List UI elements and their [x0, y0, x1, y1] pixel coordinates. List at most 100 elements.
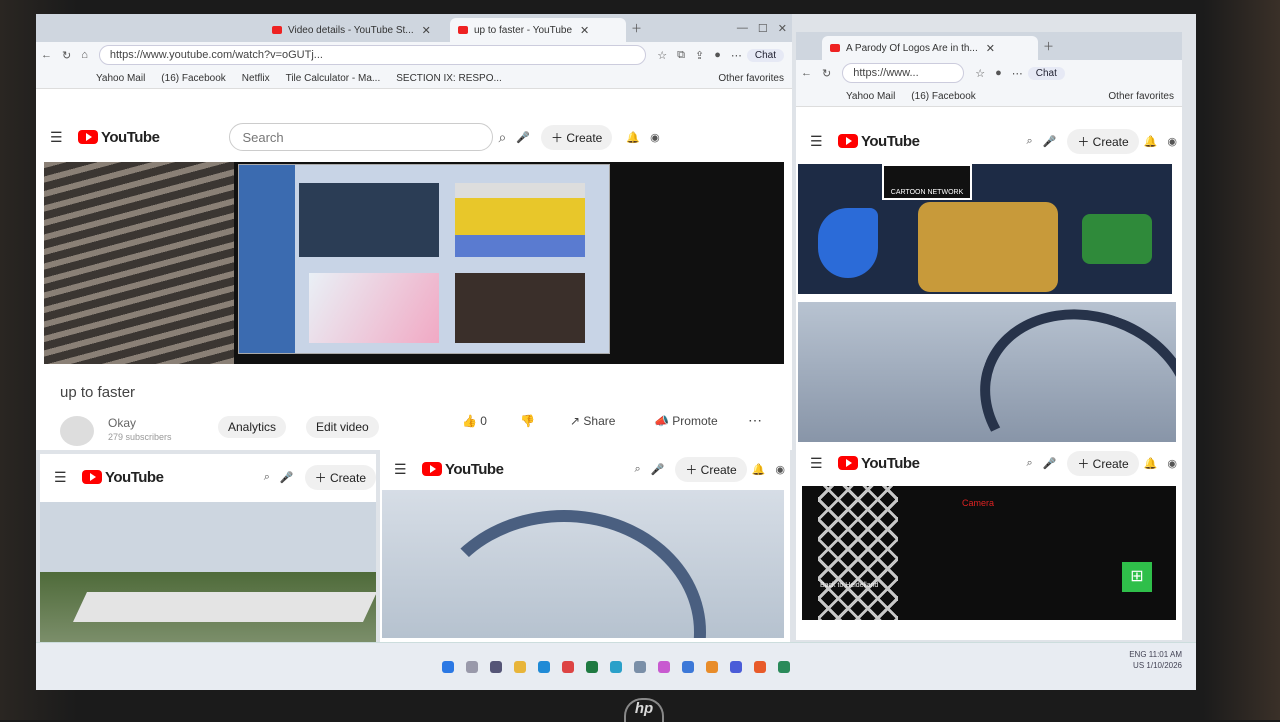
- search-box[interactable]: Search: [229, 123, 494, 151]
- avatar[interactable]: ◉: [775, 463, 785, 476]
- other-favorites[interactable]: Other favorites: [718, 73, 784, 84]
- new-tab-icon[interactable]: ＋: [1043, 38, 1054, 54]
- channel-name[interactable]: Okay: [108, 416, 136, 430]
- cart-icon[interactable]: ⊞: [1122, 562, 1152, 592]
- youtube-logo[interactable]: YouTube: [422, 461, 504, 478]
- menu-icon[interactable]: ☰: [54, 469, 68, 486]
- avatar[interactable]: ◉: [650, 131, 660, 144]
- extensions-icon[interactable]: ⧉: [677, 49, 685, 62]
- tab-up-to-faster[interactable]: up to faster - YouTube ✕: [450, 18, 626, 42]
- tab-parody-logos[interactable]: A Parody Of Logos Are in th... ✕: [822, 36, 1038, 60]
- app-icon[interactable]: [610, 661, 622, 673]
- video-player[interactable]: [44, 162, 784, 364]
- app-icon[interactable]: [658, 661, 670, 673]
- refresh-icon[interactable]: ↻: [62, 49, 71, 62]
- favorite-tile-calculator[interactable]: Tile Calculator - Ma...: [286, 73, 381, 84]
- youtube-logo[interactable]: YouTube: [838, 455, 920, 472]
- favorite-facebook[interactable]: (16) Facebook: [161, 73, 225, 84]
- app-icon[interactable]: [634, 661, 646, 673]
- microphone-icon[interactable]: 🎤: [1043, 457, 1057, 470]
- start-icon[interactable]: [442, 661, 454, 673]
- close-icon[interactable]: ✕: [580, 24, 589, 37]
- youtube-logo[interactable]: YouTube: [78, 129, 160, 146]
- app-icon[interactable]: [730, 661, 742, 673]
- url-field[interactable]: https://www.youtube.com/watch?v=oGUTj...: [98, 45, 647, 65]
- bell-icon[interactable]: 🔔: [626, 131, 640, 144]
- app-icon[interactable]: [706, 661, 718, 673]
- search-icon[interactable]: ⌕: [264, 471, 270, 484]
- system-tray[interactable]: ENG 11:01 AM US 1/10/2026: [1129, 649, 1182, 671]
- logo-parody-video[interactable]: CARTOON NETWORK: [798, 164, 1172, 294]
- create-button[interactable]: ＋ Create: [304, 464, 376, 490]
- chrome-icon[interactable]: [562, 661, 574, 673]
- more-actions-icon[interactable]: ⋯: [748, 412, 762, 429]
- other-favorites[interactable]: Other favorites: [1108, 91, 1174, 102]
- refresh-icon[interactable]: ↻: [822, 67, 831, 80]
- search-icon[interactable]: ⌕: [1026, 457, 1032, 470]
- new-tab-icon[interactable]: ＋: [631, 20, 642, 36]
- avatar[interactable]: ◉: [1167, 457, 1177, 470]
- search-icon[interactable]: ⌕: [1026, 135, 1032, 148]
- coaster-video-bottom-1[interactable]: [40, 502, 376, 642]
- favorite-section-ix[interactable]: SECTION IX: RESPO...: [396, 73, 502, 84]
- app-icon[interactable]: [778, 661, 790, 673]
- coaster-video-top-right[interactable]: [798, 302, 1176, 442]
- favorite-yahoo-mail[interactable]: Yahoo Mail: [846, 91, 895, 102]
- more-icon[interactable]: ⋯: [1012, 67, 1023, 80]
- edge-icon[interactable]: [538, 661, 550, 673]
- menu-icon[interactable]: ☰: [810, 133, 824, 150]
- menu-icon[interactable]: ☰: [810, 455, 824, 472]
- like-button[interactable]: 👍 0: [462, 414, 487, 428]
- share-button[interactable]: ↗ Share: [570, 414, 615, 428]
- maximize-icon[interactable]: ☐: [758, 22, 768, 35]
- menu-icon[interactable]: ☰: [394, 461, 408, 478]
- bell-icon[interactable]: 🔔: [1144, 457, 1158, 470]
- favorite-netflix[interactable]: Netflix: [242, 73, 270, 84]
- task-view-icon[interactable]: [490, 661, 502, 673]
- favorite-star-icon[interactable]: ☆: [975, 67, 985, 80]
- bell-icon[interactable]: 🔔: [752, 463, 766, 476]
- analytics-button[interactable]: Analytics: [218, 416, 287, 438]
- more-icon[interactable]: ⋯: [731, 49, 742, 62]
- bell-icon[interactable]: 🔔: [1144, 135, 1158, 148]
- promote-button[interactable]: 📣 Promote: [654, 414, 718, 428]
- microphone-icon[interactable]: 🎤: [516, 131, 530, 144]
- copilot-chat-button[interactable]: Chat: [1027, 66, 1065, 80]
- profile-icon[interactable]: ●: [714, 49, 721, 61]
- home-icon[interactable]: ⌂: [81, 49, 88, 61]
- create-button[interactable]: ＋ Create: [1067, 128, 1139, 154]
- window-close-icon[interactable]: ✕: [778, 22, 787, 35]
- profile-icon[interactable]: ●: [995, 67, 1002, 79]
- favorite-yahoo-mail[interactable]: Yahoo Mail: [96, 73, 145, 84]
- share-icon[interactable]: ⇪: [695, 49, 704, 62]
- create-button[interactable]: ＋ Create: [675, 456, 747, 482]
- search-icon[interactable]: ⌕: [498, 129, 506, 146]
- app-icon[interactable]: [754, 661, 766, 673]
- youtube-logo[interactable]: YouTube: [82, 469, 164, 486]
- youtube-logo[interactable]: YouTube: [838, 133, 920, 150]
- copilot-chat-button[interactable]: Chat: [746, 48, 784, 62]
- search-icon[interactable]: ⌕: [634, 463, 640, 476]
- game-video[interactable]: Camera Back to Heidelland ⊞: [802, 486, 1176, 620]
- excel-icon[interactable]: [586, 661, 598, 673]
- back-icon[interactable]: ←: [801, 67, 812, 79]
- create-button[interactable]: ＋ Create: [1067, 450, 1139, 476]
- url-field[interactable]: https://www...: [842, 63, 965, 83]
- mail-icon[interactable]: [682, 661, 694, 673]
- channel-avatar[interactable]: [60, 416, 94, 446]
- avatar[interactable]: ◉: [1167, 135, 1177, 148]
- back-icon[interactable]: ←: [41, 49, 52, 61]
- coaster-video-bottom-2[interactable]: [382, 490, 784, 638]
- create-button[interactable]: ＋ Create: [540, 124, 613, 150]
- favorite-facebook[interactable]: (16) Facebook: [911, 91, 975, 102]
- microphone-icon[interactable]: 🎤: [651, 463, 665, 476]
- microphone-icon[interactable]: 🎤: [280, 471, 294, 484]
- search-icon[interactable]: [466, 661, 478, 673]
- file-explorer-icon[interactable]: [514, 661, 526, 673]
- menu-icon[interactable]: ☰: [50, 129, 64, 146]
- close-icon[interactable]: ✕: [986, 42, 995, 55]
- favorite-star-icon[interactable]: ☆: [657, 49, 667, 62]
- minimize-icon[interactable]: —: [737, 22, 748, 34]
- tab-video-details[interactable]: Video details - YouTube St... ✕: [264, 18, 450, 42]
- dislike-button[interactable]: 👎: [520, 414, 535, 428]
